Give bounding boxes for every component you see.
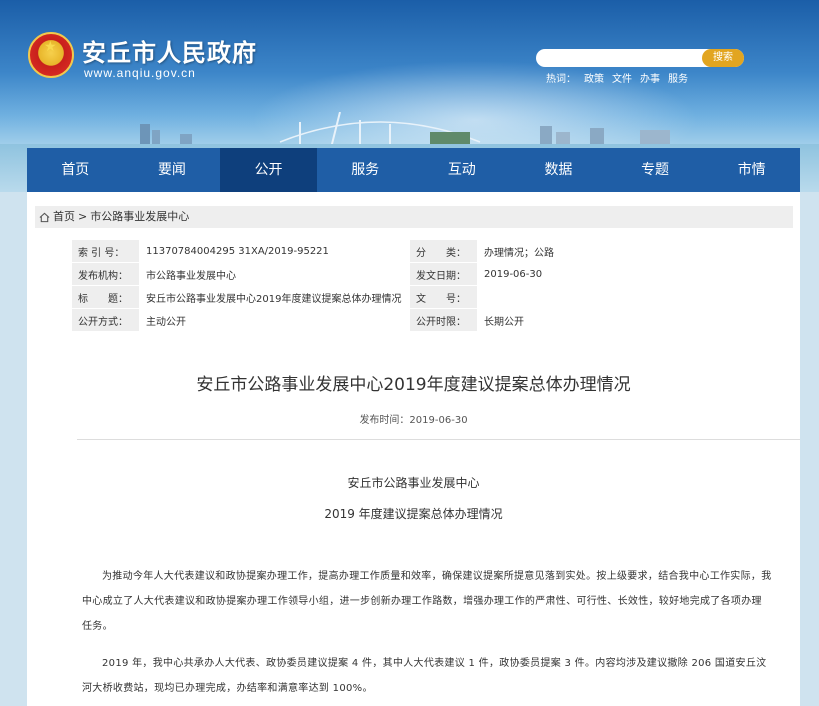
breadcrumb-home[interactable]: 首页 [53, 206, 75, 228]
nav-item-news[interactable]: 要闻 [124, 148, 221, 192]
article-paragraph: 为推动今年人大代表建议和政协提案办理工作，提高办理工作质量和效率，确保建议提案所… [82, 571, 772, 632]
period-value: 长期公开 [477, 308, 757, 332]
index-label: 索 引 号： [71, 239, 140, 263]
content-panel: 首页 > 市公路事业发展中心 索 引 号： 11370784004295 31X… [27, 192, 800, 706]
nav-item-interaction[interactable]: 互动 [414, 148, 511, 192]
nav-item-data[interactable]: 数据 [510, 148, 607, 192]
docno-label: 文 号： [409, 285, 478, 309]
table-row: 发布机构： 市公路事业发展中心 发文日期： 2019-06-30 [71, 262, 757, 286]
period-label: 公开时限： [409, 308, 478, 332]
nav-item-services[interactable]: 服务 [317, 148, 414, 192]
docno-value [477, 285, 757, 309]
breadcrumb: 首页 > 市公路事业发展中心 [35, 206, 793, 228]
table-row: 索 引 号： 11370784004295 31XA/2019-95221 分 … [71, 239, 757, 263]
nav-item-city-info[interactable]: 市情 [703, 148, 800, 192]
publisher-value: 市公路事业发展中心 [139, 262, 410, 286]
breadcrumb-current[interactable]: 市公路事业发展中心 [90, 206, 189, 228]
hot-word-link[interactable]: 文件 [612, 70, 632, 85]
title-value: 安丘市公路事业发展中心2019年度建议提案总体办理情况 [139, 285, 410, 309]
article-subtitle-org: 安丘市公路事业发展中心 [347, 476, 480, 490]
date-label: 发文日期： [409, 262, 478, 286]
main-nav: 首页 要闻 公开 服务 互动 数据 专题 市情 [27, 148, 800, 192]
site-title[interactable]: 安丘市人民政府 [82, 33, 257, 68]
nav-item-topics[interactable]: 专题 [607, 148, 704, 192]
date-value: 2019-06-30 [477, 262, 757, 286]
divider [77, 439, 800, 440]
home-icon [39, 212, 50, 222]
nav-item-open[interactable]: 公开 [220, 148, 317, 192]
category-value: 办理情况；公路 [477, 239, 757, 263]
star-icon: ★ [44, 39, 57, 55]
site-url: www.anqiu.gov.cn [84, 66, 196, 80]
hot-word-link[interactable]: 服务 [668, 70, 688, 85]
mode-value: 主动公开 [139, 308, 410, 332]
article-subtitle-topic: 2019 年度建议提案总体办理情况 [324, 507, 503, 521]
mode-label: 公开方式： [71, 308, 140, 332]
hot-word-link[interactable]: 政策 [584, 70, 604, 85]
nav-item-home[interactable]: 首页 [27, 148, 124, 192]
search-button[interactable]: 搜索 [702, 49, 744, 67]
table-row: 公开方式： 主动公开 公开时限： 长期公开 [71, 308, 757, 332]
document-meta-table: 索 引 号： 11370784004295 31XA/2019-95221 分 … [71, 239, 757, 332]
article-paragraph: 2019 年，我中心共承办人大代表、政协委员建议提案 4 件，其中人大代表建议 … [82, 658, 767, 694]
national-emblem-logo: ★ [28, 32, 74, 78]
category-label: 分 类： [409, 239, 478, 263]
breadcrumb-separator: > [78, 210, 88, 223]
hot-words-label: 热词： [546, 74, 576, 85]
table-row: 标 题： 安丘市公路事业发展中心2019年度建议提案总体办理情况 文 号： [71, 285, 757, 309]
article-title: 安丘市公路事业发展中心2019年度建议提案总体办理情况 [196, 375, 631, 395]
hot-word-link[interactable]: 办事 [640, 70, 660, 85]
index-value: 11370784004295 31XA/2019-95221 [139, 239, 410, 263]
hot-words: 热词： 政策 文件 办事 服务 [546, 70, 688, 85]
publish-time: 发布时间：2019-06-30 [359, 415, 468, 426]
title-label: 标 题： [71, 285, 140, 309]
publisher-label: 发布机构： [71, 262, 140, 286]
